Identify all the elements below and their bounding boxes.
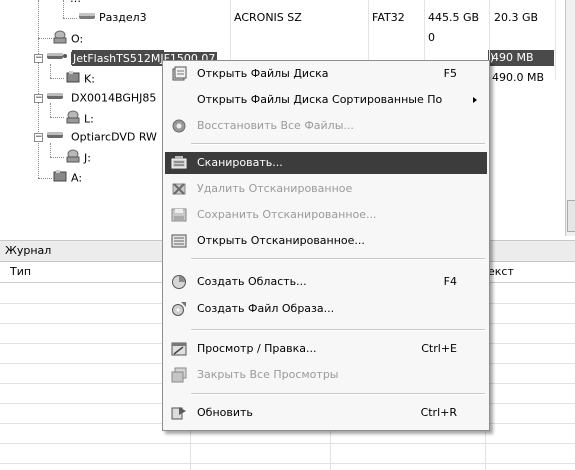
- tree-node-j[interactable]: J:: [65, 149, 91, 165]
- menu-view-edit[interactable]: Просмотр / Правка... Ctrl+E: [165, 338, 487, 360]
- menu-open-disk-files[interactable]: Открыть Файлы Диска F5: [165, 63, 487, 85]
- view-edit-icon: [171, 341, 187, 357]
- tree-node-o[interactable]: O:: [52, 30, 83, 46]
- submenu-arrow-icon: [473, 97, 477, 103]
- scan-icon: [171, 155, 187, 171]
- tree-row-partial: …: [70, 0, 81, 7]
- refresh-icon: [171, 405, 187, 421]
- menu-restore-all-files[interactable]: Восстановить Все Файлы...: [165, 115, 487, 137]
- journal-col-text[interactable]: екст: [488, 265, 514, 278]
- tree-node-optiarc[interactable]: OptiarcDVD RW: [46, 129, 157, 145]
- delete-scan-icon: [171, 181, 187, 197]
- menu-delete-scanned[interactable]: Удалить Отсканированное: [165, 178, 487, 200]
- open-files-icon: [171, 66, 187, 82]
- tree-vertical-scrollbar[interactable]: [565, 0, 575, 236]
- menu-open-scanned[interactable]: Открыть Отсканированное...: [165, 230, 487, 252]
- tree-node-l[interactable]: L:: [65, 110, 94, 126]
- expander-jetflash[interactable]: −: [34, 54, 43, 63]
- context-menu: Открыть Файлы Диска F5 Открыть Файлы Дис…: [162, 60, 490, 431]
- tree-node-a[interactable]: A:: [52, 169, 82, 185]
- journal-title: Журнал: [5, 244, 52, 257]
- menu-create-region[interactable]: Создать Область... F4: [165, 271, 487, 293]
- drive-icon: [65, 70, 81, 89]
- disk-icon: [46, 90, 68, 107]
- drive-icon: [65, 149, 81, 168]
- menu-scan[interactable]: Сканировать...: [165, 152, 487, 174]
- menu-close-all-views[interactable]: Закрыть Все Просмотры: [165, 364, 487, 386]
- restore-icon: [171, 118, 187, 134]
- expander-optiarc[interactable]: −: [34, 133, 43, 142]
- create-region-icon: [171, 274, 187, 290]
- usb-disk-icon: [46, 50, 68, 67]
- drive-icon: [65, 110, 81, 129]
- floppy-icon: [52, 169, 68, 188]
- menu-save-scanned[interactable]: Сохранить Отсканированное...: [165, 204, 487, 226]
- journal-col-type[interactable]: Тип: [10, 265, 31, 278]
- menu-open-disk-files-sorted[interactable]: Открыть Файлы Диска Сортированные По: [165, 89, 487, 111]
- save-scan-icon: [171, 207, 187, 223]
- dvd-icon: [46, 129, 68, 146]
- menu-create-image-file[interactable]: Создать Файл Образа...: [165, 298, 487, 320]
- tree-node-razdel3[interactable]: Раздел3: [78, 10, 147, 26]
- tree-node-k[interactable]: K:: [65, 70, 95, 86]
- close-views-icon: [171, 367, 187, 383]
- expander-dx0014[interactable]: −: [34, 94, 43, 103]
- partition-icon: [78, 10, 96, 26]
- open-scan-icon: [171, 233, 187, 249]
- create-image-icon: [171, 301, 187, 317]
- drive-icon: [52, 30, 68, 49]
- menu-refresh[interactable]: Обновить Ctrl+R: [165, 402, 487, 424]
- tree-node-dx0014[interactable]: DX0014BGHJ85: [46, 90, 156, 106]
